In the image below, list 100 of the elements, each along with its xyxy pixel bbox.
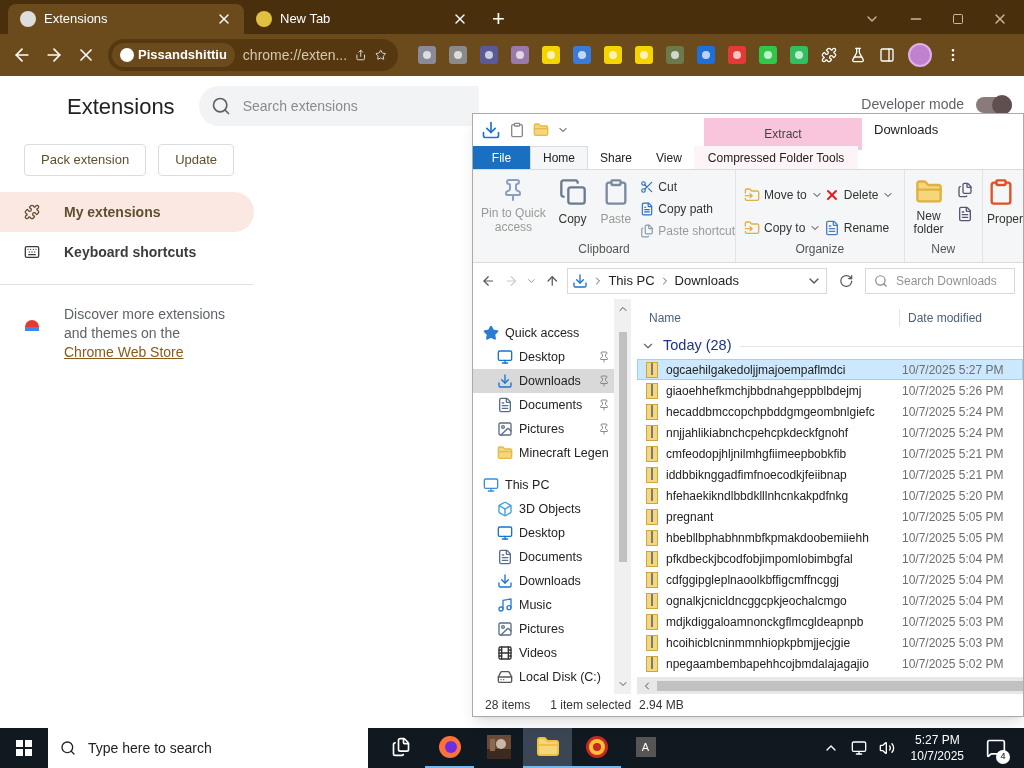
network-icon[interactable] bbox=[850, 740, 867, 756]
taskbar-app[interactable] bbox=[523, 728, 572, 768]
file-row[interactable]: pregnant 10/7/2025 5:05 PM bbox=[637, 506, 1023, 527]
extension-icon[interactable] bbox=[790, 46, 808, 64]
nav-item[interactable]: Music bbox=[473, 593, 614, 617]
extension-icon[interactable] bbox=[449, 46, 467, 64]
extension-icon[interactable] bbox=[418, 46, 436, 64]
side-panel-icon[interactable] bbox=[879, 47, 895, 63]
file-row[interactable]: giaoehhefkmchjbbdnahgeppblbdejmj 10/7/2025 5:26 PM bbox=[637, 380, 1023, 401]
file-row[interactable]: pfkdbeckjbcodfobjimpomlobimbgfal 10/7/2025 5:04 PM bbox=[637, 548, 1023, 569]
rename-button[interactable]: Rename bbox=[823, 215, 904, 240]
file-row[interactable]: cdfggipgleplnaoolkbffigcmffncggj 10/7/2025 5:04 PM bbox=[637, 569, 1023, 590]
clock[interactable]: 5:27 PM 10/7/2025 bbox=[906, 732, 968, 764]
ribbon-tab[interactable]: Compressed Folder Tools bbox=[693, 146, 859, 169]
nav-item[interactable]: Downloads bbox=[473, 369, 614, 393]
share-icon[interactable] bbox=[355, 47, 367, 63]
nav-item[interactable]: Pictures bbox=[473, 617, 614, 641]
nav-item[interactable]: Videos bbox=[473, 641, 614, 665]
extension-icon[interactable] bbox=[666, 46, 684, 64]
file-row[interactable]: hfehaekikndlbbdklllnhcnkakpdfnkg 10/7/2025 5:20 PM bbox=[637, 485, 1023, 506]
nav-item[interactable]: Desktop bbox=[473, 521, 614, 545]
flask-icon[interactable] bbox=[850, 47, 866, 63]
file-row[interactable]: npegaambembapehhcojbmdalajagajio 10/7/2025 5:02 PM bbox=[637, 653, 1023, 674]
file-row[interactable]: ogcaehilgakedoljjmajoempaflmdci 10/7/2025 5:27 PM bbox=[637, 359, 1023, 380]
nav-item[interactable]: Desktop bbox=[473, 345, 614, 369]
toolbar-button[interactable]: Pack extension bbox=[24, 144, 147, 176]
nav-item[interactable]: Local Disk (C:) bbox=[473, 665, 614, 689]
column-header[interactable]: Name bbox=[637, 309, 899, 327]
file-row[interactable]: iddbbiknggadfimfnoecodkjfeiibnap 10/7/2025 5:21 PM bbox=[637, 464, 1023, 485]
search-input[interactable]: Type here to search bbox=[88, 737, 356, 759]
file-row[interactable]: hcoihicblcninmmnhiopkpbmjjecjgie 10/7/2025 5:03 PM bbox=[637, 632, 1023, 653]
nav-item[interactable]: Documents bbox=[473, 393, 614, 417]
file-tab[interactable]: File bbox=[473, 146, 530, 169]
notification-button[interactable]: 4 bbox=[980, 728, 1012, 768]
refresh-icon[interactable] bbox=[838, 273, 853, 289]
browser-tab[interactable]: Extensions bbox=[8, 4, 244, 34]
browser-tab[interactable]: New Tab bbox=[244, 4, 480, 34]
extension-icon[interactable] bbox=[480, 46, 498, 64]
delete-button[interactable]: Delete bbox=[823, 182, 904, 207]
extension-icon[interactable] bbox=[759, 46, 777, 64]
group-header[interactable]: Today (28) bbox=[663, 335, 732, 357]
file-row[interactable]: ognalkjcnicldncggcpkjeochalcmgo 10/7/2025 5:04 PM bbox=[637, 590, 1023, 611]
sidebar-item[interactable]: My extensions bbox=[0, 192, 254, 232]
breadcrumb[interactable]: Downloads bbox=[674, 271, 739, 291]
extension-icon[interactable] bbox=[728, 46, 746, 64]
back-icon[interactable] bbox=[481, 273, 496, 289]
profile-chip[interactable]: Pissandshittiu bbox=[112, 43, 235, 67]
music-note-icon bbox=[497, 597, 513, 613]
puzzle-icon[interactable] bbox=[821, 47, 837, 63]
nav-item[interactable]: Pictures bbox=[473, 417, 614, 441]
new-tab-button[interactable]: + bbox=[480, 4, 517, 34]
developer-mode-toggle[interactable] bbox=[976, 96, 1012, 113]
new-item-icon[interactable] bbox=[956, 182, 973, 198]
ribbon-tab[interactable]: Share bbox=[588, 146, 645, 169]
nav-item[interactable]: Documents bbox=[473, 545, 614, 569]
toolbar-button[interactable]: Update bbox=[158, 144, 235, 176]
ribbon-tab[interactable]: Home bbox=[530, 146, 588, 169]
copy-button[interactable]: Copy bbox=[553, 178, 592, 240]
nav-item[interactable]: Minecraft Legen bbox=[473, 441, 614, 465]
extension-icon[interactable] bbox=[511, 46, 529, 64]
new-folder-button[interactable]: New folder bbox=[908, 178, 949, 240]
nav-item[interactable]: This PC bbox=[473, 473, 614, 497]
properties-button[interactable]: Proper bbox=[982, 170, 1023, 262]
volume-icon[interactable] bbox=[878, 740, 895, 756]
column-header[interactable]: Date modified bbox=[899, 309, 983, 327]
nav-item[interactable]: Downloads bbox=[473, 569, 614, 593]
group-label: Organize bbox=[794, 241, 846, 258]
file-row[interactable]: nnjjahlikiabnchcpehcpkdeckfgnohf 10/7/2025 5:24 PM bbox=[637, 422, 1023, 443]
file-row[interactable]: mdjkdiggaloamnonckgflmcgldeapnpb 10/7/2025 5:03 PM bbox=[637, 611, 1023, 632]
file-row[interactable]: hecaddbmccopchpbddgmgeombnlgiefc 10/7/2025 5:24 PM bbox=[637, 401, 1023, 422]
address-bar[interactable]: Pissandshittiu chrome://exten... bbox=[108, 39, 398, 71]
copy-path-button[interactable]: Copy path bbox=[640, 200, 735, 218]
address-field[interactable]: This PC Downloads bbox=[567, 268, 827, 294]
download-arrow-icon[interactable] bbox=[481, 120, 501, 140]
search-field[interactable]: Search extensions bbox=[198, 86, 479, 126]
ribbon-tab[interactable]: View bbox=[644, 146, 694, 169]
file-row[interactable]: cmfeodopjhljnilmhgfiimeepbobkfib 10/7/2025 5:21 PM bbox=[637, 443, 1023, 464]
bookmark-star-icon[interactable] bbox=[374, 47, 386, 63]
web-store-link[interactable]: Chrome Web Store bbox=[64, 344, 184, 360]
move-to-button[interactable]: Move to bbox=[744, 182, 824, 207]
extension-icon[interactable] bbox=[697, 46, 715, 64]
nav-item[interactable]: 3D Objects bbox=[473, 497, 614, 521]
cut-button[interactable]: Cut bbox=[640, 178, 735, 196]
avatar[interactable] bbox=[908, 43, 932, 67]
sidebar-item[interactable]: Keyboard shortcuts bbox=[0, 232, 254, 272]
file-row[interactable]: hbebllbphabhnmbfkpmakdoobemiiehh 10/7/2025 5:05 PM bbox=[637, 527, 1023, 548]
breadcrumb[interactable]: This PC bbox=[608, 271, 655, 291]
taskbar-app[interactable]: A bbox=[621, 728, 670, 768]
nav-item[interactable]: Quick access bbox=[473, 321, 614, 345]
zip-folder-icon bbox=[646, 571, 658, 588]
horizontal-scrollbar[interactable] bbox=[637, 677, 1023, 694]
easy-access-icon[interactable] bbox=[956, 206, 973, 222]
search-input[interactable]: Search extensions bbox=[242, 95, 467, 117]
properties-icon[interactable] bbox=[509, 122, 525, 138]
search-input[interactable]: Search Downloads bbox=[896, 272, 1006, 290]
copy-to-button[interactable]: Copy to bbox=[744, 215, 824, 240]
extension-icon[interactable] bbox=[573, 46, 591, 64]
restore-icon[interactable] bbox=[952, 13, 964, 25]
taskbar-search-field[interactable]: Type here to search bbox=[48, 728, 368, 768]
search-field[interactable]: Search Downloads bbox=[865, 268, 1015, 294]
